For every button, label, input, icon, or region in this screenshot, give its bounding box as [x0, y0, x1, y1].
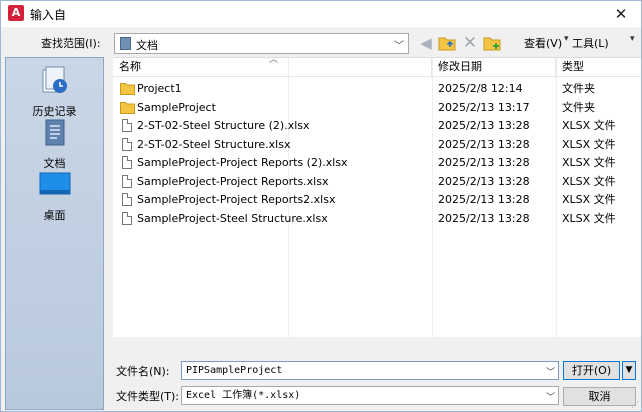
file-type: XLSX 文件 — [562, 156, 616, 169]
lookin-label: 查找范围(I): — [41, 37, 101, 50]
file-name: 2-ST-02-Steel Structure.xlsx — [137, 137, 291, 151]
cancel-button[interactable]: 取消 — [563, 387, 636, 406]
file-name: SampleProject-Project Reports2.xlsx — [137, 193, 336, 206]
filetype-label: 文件类型(T): — [116, 390, 180, 403]
file-row[interactable]: SampleProject 2025/2/13 13:17 文件夹 — [113, 99, 641, 117]
open-file-dialog: A 输入自 ✕ 查找范围(I): 文档 ﹀ ◀ ✕ 查看(V) ▾ 工具(L) … — [0, 0, 642, 412]
folder-icon — [120, 101, 135, 115]
delete-icon[interactable]: ✕ — [461, 34, 479, 52]
file-type: 文件夹 — [562, 100, 595, 114]
chevron-down-icon[interactable]: ﹀ — [546, 390, 555, 403]
place-label: 桌面 — [43, 209, 66, 222]
file-type: XLSX 文件 — [562, 211, 616, 225]
file-name: Project1 — [137, 82, 182, 95]
file-icon — [120, 193, 134, 207]
file-type: XLSX 文件 — [562, 174, 616, 188]
dropdown-dot-icon: ▾ — [564, 34, 569, 44]
file-date: 2025/2/13 13:28 — [438, 211, 530, 225]
file-date: 2025/2/13 13:28 — [438, 156, 530, 169]
file-date: 2025/2/13 13:17 — [438, 100, 530, 114]
chevron-down-icon[interactable]: ﹀ — [546, 365, 555, 378]
file-date: 2025/2/13 13:28 — [438, 119, 530, 132]
history-icon — [42, 66, 67, 93]
file-icon — [120, 156, 134, 170]
folder-icon — [120, 82, 135, 96]
file-row[interactable]: 2-ST-02-Steel Structure (2).xlsx 2025/2/1… — [113, 117, 641, 135]
tools-menu-button[interactable]: 工具(L) — [572, 35, 609, 51]
file-row[interactable]: SampleProject-Project Reports (2).xlsx 20… — [113, 154, 641, 172]
lookin-value: 文档 — [136, 39, 158, 52]
file-icon — [120, 119, 134, 133]
documents-icon — [45, 119, 64, 146]
place-label: 文档 — [43, 157, 66, 170]
header-divider — [113, 76, 641, 77]
place-history[interactable]: 历史记录 — [6, 66, 103, 119]
view-menu-button[interactable]: 查看(V) — [524, 35, 562, 51]
file-name: SampleProject-Project Reports.xlsx — [137, 174, 329, 188]
file-row[interactable]: Project1 2025/2/8 12:14 文件夹 — [113, 80, 641, 98]
lookin-dropdown[interactable]: 文档 ﹀ — [114, 33, 409, 54]
close-button[interactable]: ✕ — [601, 1, 641, 27]
documents-folder-icon — [120, 37, 131, 50]
file-row[interactable]: SampleProject-Project Reports2.xlsx 2025/… — [113, 191, 641, 209]
file-name: SampleProject-Steel Structure.xlsx — [137, 211, 328, 225]
file-name: SampleProject — [137, 100, 216, 114]
new-folder-icon[interactable] — [483, 34, 501, 52]
file-date: 2025/2/13 13:28 — [438, 174, 530, 188]
file-row[interactable]: SampleProject-Project Reports.xlsx 2025/2… — [113, 173, 641, 191]
up-folder-icon[interactable] — [438, 34, 456, 52]
file-type: XLSX 文件 — [562, 193, 616, 206]
sort-ascending-icon: ︿ — [269, 55, 279, 65]
chevron-down-icon: ﹀ — [394, 41, 404, 52]
back-arrow-icon[interactable]: ◀ — [417, 34, 435, 52]
column-header-date[interactable]: 修改日期 — [432, 58, 556, 76]
desktop-icon — [39, 172, 70, 195]
file-icon — [120, 211, 134, 226]
places-sidebar: 历史记录 文档 桌面 — [5, 57, 104, 410]
file-type: XLSX 文件 — [562, 137, 616, 151]
app-logo-icon: A — [8, 5, 24, 21]
dialog-title: 输入自 — [30, 8, 67, 22]
file-type: 文件夹 — [562, 82, 595, 95]
open-dropdown-button[interactable]: ▼ — [622, 361, 636, 380]
filename-input[interactable]: PIPSampleProject — [181, 361, 559, 380]
resize-grip-icon[interactable]: ⋰ — [631, 400, 639, 409]
file-name: SampleProject-Project Reports (2).xlsx — [137, 156, 348, 169]
file-date: 2025/2/8 12:14 — [438, 82, 523, 95]
open-button[interactable]: 打开(O) — [563, 361, 620, 380]
dropdown-dot-icon: ▾ — [630, 34, 635, 44]
file-row[interactable]: SampleProject-Steel Structure.xlsx 2025/2… — [113, 210, 641, 228]
file-list: 名称 ︿ 修改日期 类型 Project1 2025/2/8 12:14 文件夹 Sa… — [113, 55, 641, 338]
file-icon — [120, 174, 134, 189]
column-header-type[interactable]: 类型 — [556, 58, 641, 76]
file-date: 2025/2/13 13:28 — [438, 137, 530, 151]
place-label: 历史记录 — [32, 105, 77, 118]
file-type: XLSX 文件 — [562, 119, 616, 132]
filename-label: 文件名(N): — [116, 365, 170, 378]
place-documents[interactable]: 文档 — [6, 118, 103, 171]
place-desktop[interactable]: 桌面 — [6, 170, 103, 223]
file-name: 2-ST-02-Steel Structure (2).xlsx — [137, 119, 310, 132]
file-date: 2025/2/13 13:28 — [438, 193, 530, 206]
filetype-select[interactable]: Excel 工作簿(*.xlsx) — [181, 386, 559, 405]
file-row[interactable]: 2-ST-02-Steel Structure.xlsx 2025/2/13 13… — [113, 136, 641, 154]
title-bar: A 输入自 ✕ — [1, 1, 641, 27]
file-icon — [120, 137, 134, 152]
